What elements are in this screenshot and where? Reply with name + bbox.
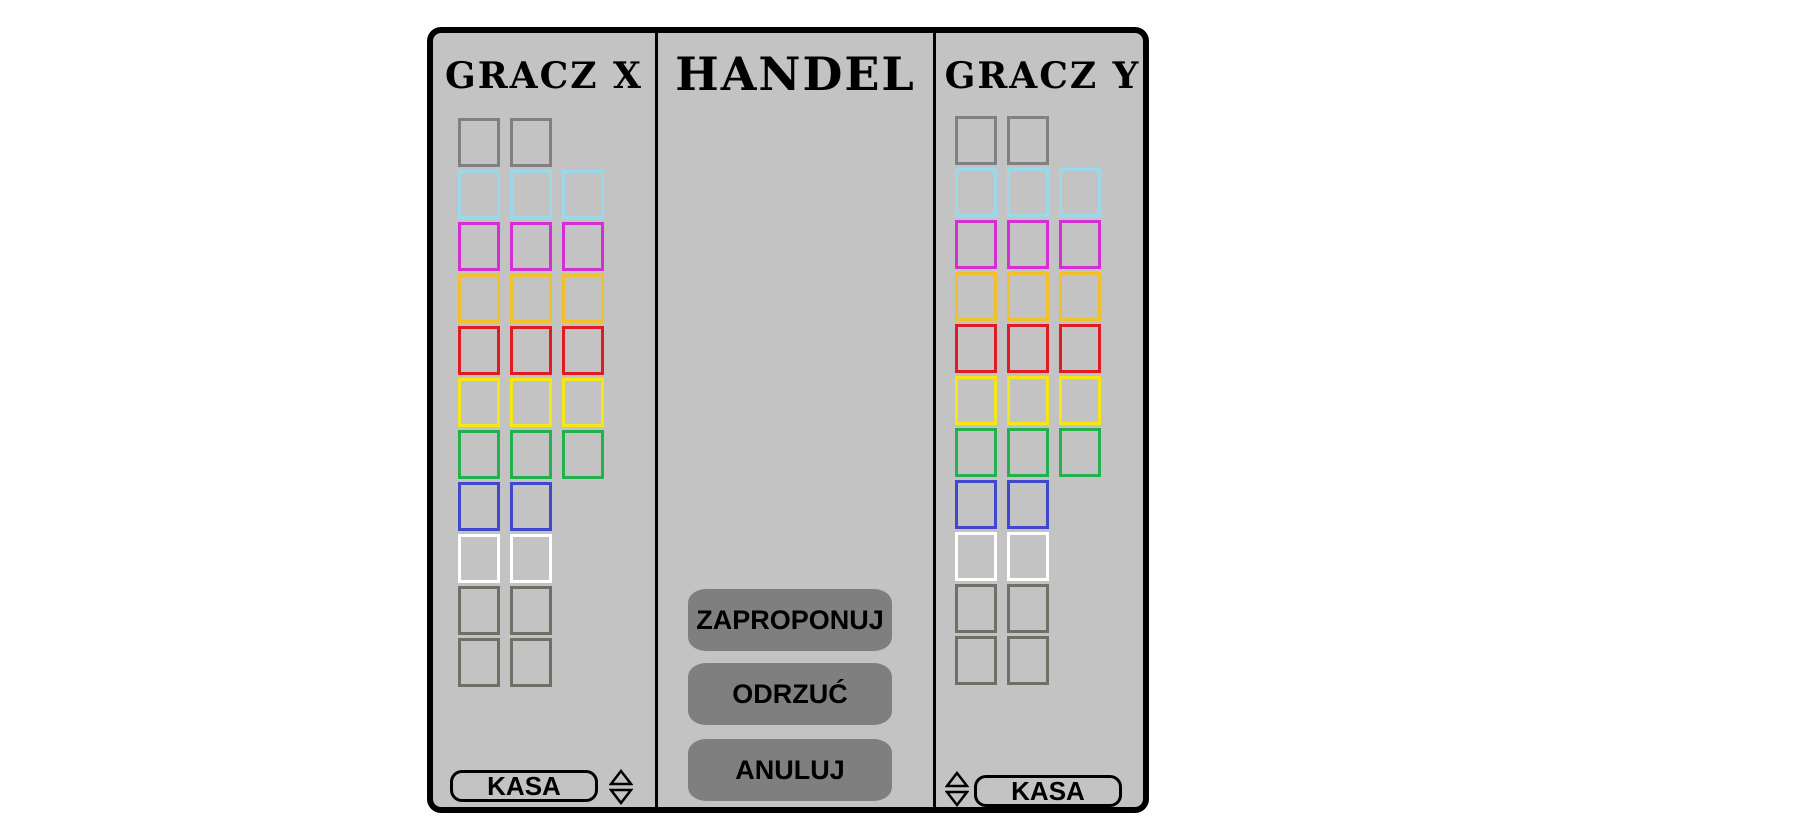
property-card-x-yellow-3[interactable] <box>562 378 604 427</box>
property-card-x-orange-yellow-2[interactable] <box>510 274 552 323</box>
property-card-x-dark-grey-2[interactable] <box>510 586 552 635</box>
property-card-y-orange-yellow-2[interactable] <box>1007 272 1049 321</box>
trade-window: GRACZ X HANDEL GRACZ Y KASA ZAPROPONUJ O… <box>427 27 1149 813</box>
property-group-yellow <box>955 376 1101 425</box>
property-group-orange-yellow <box>955 272 1101 321</box>
property-card-y-pink-1[interactable] <box>955 220 997 269</box>
property-card-y-grey-2[interactable] <box>1007 116 1049 165</box>
property-group-light-blue <box>955 168 1101 217</box>
property-card-y-pink-3[interactable] <box>1059 220 1101 269</box>
property-group-red <box>955 324 1101 373</box>
property-group-red <box>458 326 604 375</box>
propose-button[interactable]: ZAPROPONUJ <box>688 589 892 651</box>
property-card-y-dark-grey-2-1[interactable] <box>955 636 997 685</box>
property-card-y-green-1[interactable] <box>955 428 997 477</box>
property-card-y-yellow-3[interactable] <box>1059 376 1101 425</box>
property-card-x-blue-1[interactable] <box>458 482 500 531</box>
up-down-triangle-icon <box>944 770 970 807</box>
property-card-x-yellow-1[interactable] <box>458 378 500 427</box>
property-card-x-light-blue-2[interactable] <box>510 170 552 219</box>
up-down-triangle-icon <box>608 768 634 806</box>
property-group-grey <box>458 118 552 167</box>
property-card-x-pink-1[interactable] <box>458 222 500 271</box>
property-card-x-green-3[interactable] <box>562 430 604 479</box>
property-card-y-blue-2[interactable] <box>1007 480 1049 529</box>
property-card-y-white-2[interactable] <box>1007 532 1049 581</box>
property-card-x-red-3[interactable] <box>562 326 604 375</box>
property-card-y-red-3[interactable] <box>1059 324 1101 373</box>
property-card-x-orange-yellow-1[interactable] <box>458 274 500 323</box>
property-card-x-light-blue-3[interactable] <box>562 170 604 219</box>
player-y-cash-stepper[interactable] <box>944 770 970 807</box>
property-group-orange-yellow <box>458 274 604 323</box>
property-card-x-light-blue-1[interactable] <box>458 170 500 219</box>
property-card-y-light-blue-3[interactable] <box>1059 168 1101 217</box>
property-card-x-green-1[interactable] <box>458 430 500 479</box>
property-card-x-yellow-2[interactable] <box>510 378 552 427</box>
player-y-cash-field[interactable]: KASA <box>974 775 1122 807</box>
property-card-y-green-2[interactable] <box>1007 428 1049 477</box>
column-divider-left <box>655 33 658 807</box>
property-card-x-white-1[interactable] <box>458 534 500 583</box>
property-group-dark-grey <box>458 586 552 635</box>
property-card-x-dark-grey-2-1[interactable] <box>458 638 500 687</box>
property-group-white <box>955 532 1049 581</box>
property-group-dark-grey-2 <box>955 636 1049 685</box>
player-x-cash-stepper[interactable] <box>608 768 634 806</box>
property-card-y-grey-1[interactable] <box>955 116 997 165</box>
property-card-y-yellow-2[interactable] <box>1007 376 1049 425</box>
player-x-title: GRACZ X <box>445 55 643 97</box>
reject-button[interactable]: ODRZUĆ <box>688 663 892 725</box>
property-group-light-blue <box>458 170 604 219</box>
property-card-y-green-3[interactable] <box>1059 428 1101 477</box>
property-card-y-yellow-1[interactable] <box>955 376 997 425</box>
property-card-y-pink-2[interactable] <box>1007 220 1049 269</box>
property-card-x-dark-grey-2-2[interactable] <box>510 638 552 687</box>
property-card-x-white-2[interactable] <box>510 534 552 583</box>
property-group-yellow <box>458 378 604 427</box>
property-card-x-green-2[interactable] <box>510 430 552 479</box>
property-group-dark-grey-2 <box>458 638 552 687</box>
property-card-x-grey-2[interactable] <box>510 118 552 167</box>
property-card-x-grey-1[interactable] <box>458 118 500 167</box>
column-divider-right <box>933 33 936 807</box>
trade-title: HANDEL <box>675 47 916 101</box>
property-card-x-orange-yellow-3[interactable] <box>562 274 604 323</box>
property-group-blue <box>955 480 1049 529</box>
property-group-green <box>458 430 604 479</box>
property-group-blue <box>458 482 552 531</box>
property-card-x-dark-grey-1[interactable] <box>458 586 500 635</box>
property-card-y-blue-1[interactable] <box>955 480 997 529</box>
property-card-y-dark-grey-2[interactable] <box>1007 584 1049 633</box>
property-group-green <box>955 428 1101 477</box>
property-card-x-pink-3[interactable] <box>562 222 604 271</box>
property-card-y-dark-grey-2-2[interactable] <box>1007 636 1049 685</box>
property-group-dark-grey <box>955 584 1049 633</box>
property-card-y-orange-yellow-3[interactable] <box>1059 272 1101 321</box>
property-card-x-pink-2[interactable] <box>510 222 552 271</box>
player-y-title: GRACZ Y <box>944 55 1141 97</box>
property-card-y-orange-yellow-1[interactable] <box>955 272 997 321</box>
property-card-y-light-blue-1[interactable] <box>955 168 997 217</box>
property-card-x-blue-2[interactable] <box>510 482 552 531</box>
property-card-x-red-1[interactable] <box>458 326 500 375</box>
property-card-y-red-1[interactable] <box>955 324 997 373</box>
property-group-pink <box>955 220 1101 269</box>
property-group-grey <box>955 116 1049 165</box>
property-group-pink <box>458 222 604 271</box>
property-card-y-white-1[interactable] <box>955 532 997 581</box>
player-x-cash-field[interactable]: KASA <box>450 770 598 802</box>
property-card-y-dark-grey-1[interactable] <box>955 584 997 633</box>
cancel-button[interactable]: ANULUJ <box>688 739 892 801</box>
property-group-white <box>458 534 552 583</box>
property-card-y-light-blue-2[interactable] <box>1007 168 1049 217</box>
property-card-y-red-2[interactable] <box>1007 324 1049 373</box>
property-card-x-red-2[interactable] <box>510 326 552 375</box>
